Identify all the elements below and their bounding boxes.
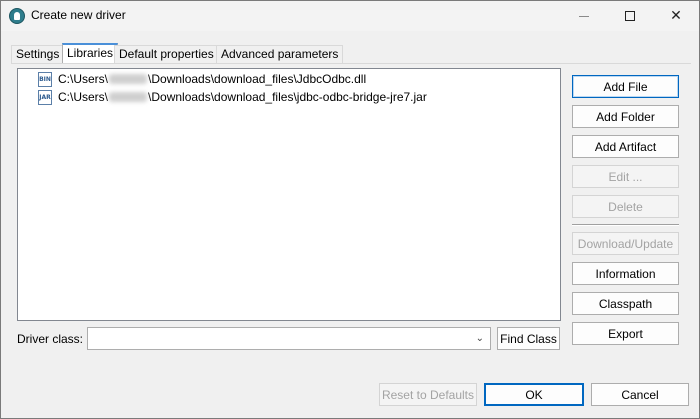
minimize-button[interactable] [561,1,607,31]
jar-file-icon: JAR [38,89,52,105]
close-button[interactable]: ✕ [653,1,699,31]
export-button[interactable]: Export [572,322,679,345]
ok-button[interactable]: OK [484,383,584,406]
chevron-down-icon[interactable]: ⌄ [476,333,484,344]
delete-button[interactable]: Delete [572,195,679,218]
tab-settings[interactable]: Settings [11,45,65,64]
redacted-username [109,74,148,84]
cancel-button[interactable]: Cancel [591,383,689,406]
library-file-list[interactable]: BIN C:\Users\ \Downloads\download_files\… [17,68,561,321]
file-path-prefix: C:\Users\ [58,90,109,104]
download-update-button[interactable]: Download/Update [572,232,679,255]
file-path-prefix: C:\Users\ [58,72,109,86]
button-divider [572,224,679,226]
driver-class-label: Driver class: [17,332,84,346]
find-class-button[interactable]: Find Class [497,327,560,350]
edit-button[interactable]: Edit ... [572,165,679,188]
driver-class-select[interactable]: ⌄ [87,327,491,350]
bin-file-icon: BIN [38,71,52,87]
maximize-button[interactable] [607,1,653,31]
title-bar[interactable]: Create new driver ✕ [1,1,699,31]
add-folder-button[interactable]: Add Folder [572,105,679,128]
redacted-username [109,92,148,102]
window-title: Create new driver [31,8,126,22]
add-file-button[interactable]: Add File [572,75,679,98]
tab-panel-border [11,63,691,64]
add-artifact-button[interactable]: Add Artifact [572,135,679,158]
list-item[interactable]: BIN C:\Users\ \Downloads\download_files\… [38,70,366,88]
close-icon: ✕ [670,8,682,24]
reset-to-defaults-button[interactable]: Reset to Defaults [379,383,477,406]
classpath-button[interactable]: Classpath [572,292,679,315]
file-path-suffix: \Downloads\download_files\JdbcOdbc.dll [148,72,367,86]
tab-default-properties[interactable]: Default properties [114,45,219,64]
create-driver-dialog: Create new driver ✕ Settings Libraries D… [0,0,700,419]
tab-libraries[interactable]: Libraries [62,43,119,64]
tab-advanced-parameters[interactable]: Advanced parameters [216,45,344,64]
maximize-icon [625,11,635,21]
information-button[interactable]: Information [572,262,679,285]
file-path-suffix: \Downloads\download_files\jdbc-odbc-brid… [148,90,427,104]
list-item[interactable]: JAR C:\Users\ \Downloads\download_files\… [38,88,427,106]
app-logo-icon [9,8,25,24]
minimize-icon [579,15,589,17]
